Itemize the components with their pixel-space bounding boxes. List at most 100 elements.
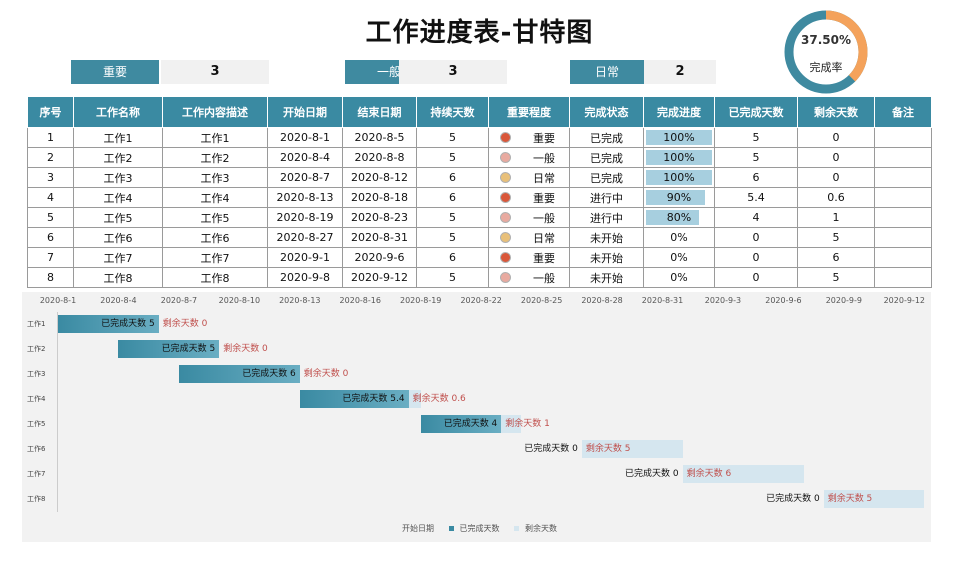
remaining-days-cell: 0 xyxy=(797,167,875,188)
x-axis-tick-label: 2020-9-12 xyxy=(883,296,925,305)
importance-cell: 重要 xyxy=(488,247,570,268)
note-cell xyxy=(874,227,932,248)
note-cell xyxy=(874,187,932,208)
start-date-cell: 2020-8-13 xyxy=(267,187,343,208)
duration-cell: 5 xyxy=(416,267,489,288)
task-name-cell: 工作7 xyxy=(73,247,163,268)
importance-cell: 重要 xyxy=(488,127,570,148)
importance-cell: 一般 xyxy=(488,267,570,288)
task-name-cell: 工作8 xyxy=(73,267,163,288)
status-cell: 未开始 xyxy=(569,227,644,248)
column-header: 工作名称 xyxy=(73,96,163,128)
duration-cell: 6 xyxy=(416,247,489,268)
importance-cell: 日常 xyxy=(488,167,570,188)
importance-label: 重要 xyxy=(533,251,555,265)
status-cell: 进行中 xyxy=(569,187,644,208)
task-name-cell: 工作3 xyxy=(73,167,163,188)
x-axis-tick-label: 2020-8-28 xyxy=(581,296,623,305)
x-axis-tick-label: 2020-8-22 xyxy=(460,296,502,305)
importance-label: 一般 xyxy=(533,151,555,165)
y-axis-category-label: 工作4 xyxy=(27,395,46,403)
task-description-cell: 工作8 xyxy=(162,267,268,288)
note-cell xyxy=(874,207,932,228)
gantt-bar-remaining: 剩余天数 0 xyxy=(300,365,349,383)
end-date-cell: 2020-8-31 xyxy=(342,227,417,248)
y-axis-category-label: 工作5 xyxy=(27,420,46,428)
remaining-days-cell: 5 xyxy=(797,267,875,288)
column-header: 重要程度 xyxy=(488,96,570,128)
gantt-bar-remaining: 剩余天数 0 xyxy=(219,340,268,358)
importance-cell: 一般 xyxy=(488,147,570,168)
column-header: 备注 xyxy=(874,96,932,128)
done-days-cell: 0 xyxy=(714,227,798,248)
y-axis-category-label: 工作8 xyxy=(27,495,46,503)
table-row: 7 工作7 工作7 2020-9-1 2020-9-6 6 重要 未开始 0% 0 6 xyxy=(27,247,932,268)
task-name-cell: 工作1 xyxy=(73,127,163,148)
importance-dot-icon xyxy=(500,272,511,283)
progress-label: 80% xyxy=(666,211,692,224)
task-name-cell: 工作4 xyxy=(73,187,163,208)
column-header: 工作内容描述 xyxy=(162,96,268,128)
task-description-cell: 工作5 xyxy=(162,207,268,228)
x-axis-tick-label: 2020-9-6 xyxy=(765,296,802,305)
y-axis-category-label: 工作3 xyxy=(27,370,46,378)
progress-cell: 90% xyxy=(643,187,715,208)
start-date-cell: 2020-8-27 xyxy=(267,227,343,248)
status-cell: 已完成 xyxy=(569,127,644,148)
x-axis-tick-label: 2020-8-13 xyxy=(279,296,321,305)
row-number-cell: 2 xyxy=(27,147,74,168)
end-date-cell: 2020-8-12 xyxy=(342,167,417,188)
status-cell: 未开始 xyxy=(569,267,644,288)
gantt-done-label: 已完成天数 0 xyxy=(524,444,578,454)
table-header-row: 序号 工作名称 工作内容描述 开始日期 结束日期 持续天数 重要程度 完成状态 完成进度 已完成天… xyxy=(27,96,932,128)
gantt-bar-done: 已完成天数 4 xyxy=(420,415,502,433)
x-axis-tick-label: 2020-9-3 xyxy=(704,296,742,305)
task-description-cell: 工作2 xyxy=(162,147,268,168)
x-axis-tick-label: 2020-8-10 xyxy=(218,296,261,305)
done-days-cell: 0 xyxy=(714,247,798,268)
importance-label: 重要 xyxy=(533,131,555,145)
note-cell xyxy=(874,267,932,288)
column-header: 序号 xyxy=(27,96,74,128)
duration-cell: 5 xyxy=(416,147,489,168)
gantt-category-axis xyxy=(57,312,58,512)
gantt-bar-done: 已完成天数 6 xyxy=(178,365,300,383)
duration-cell: 5 xyxy=(416,227,489,248)
importance-label: 一般 xyxy=(533,271,555,285)
progress-cell: 100% xyxy=(643,147,715,168)
remaining-days-cell: 0 xyxy=(797,127,875,148)
summary-count-normal: 3 xyxy=(399,60,507,84)
task-name-cell: 工作5 xyxy=(73,207,163,228)
duration-cell: 5 xyxy=(416,127,489,148)
x-axis-tick-label: 2020-8-25 xyxy=(520,296,563,305)
note-cell xyxy=(874,167,932,188)
gantt-done-label: 已完成天数 0 xyxy=(625,469,679,479)
end-date-cell: 2020-8-23 xyxy=(342,207,417,228)
row-number-cell: 5 xyxy=(27,207,74,228)
remaining-days-cell: 0 xyxy=(797,147,875,168)
start-date-cell: 2020-9-8 xyxy=(267,267,343,288)
summary-count-important: 3 xyxy=(161,60,269,84)
x-axis-tick-label: 2020-8-19 xyxy=(399,296,442,305)
row-number-cell: 4 xyxy=(27,187,74,208)
status-cell: 已完成 xyxy=(569,147,644,168)
column-header: 完成进度 xyxy=(643,96,715,128)
done-days-cell: 6 xyxy=(714,167,798,188)
start-date-cell: 2020-8-1 xyxy=(267,127,343,148)
x-axis-tick-label: 2020-8-16 xyxy=(339,296,381,305)
table-row: 1 工作1 工作1 2020-8-1 2020-8-5 5 重要 已完成 100% 5 0 xyxy=(27,127,932,148)
legend-remain: 剩余天数 xyxy=(511,524,560,533)
importance-label: 日常 xyxy=(533,171,555,185)
x-axis-tick-label: 2020-8-31 xyxy=(641,296,684,305)
start-date-cell: 2020-8-19 xyxy=(267,207,343,228)
table-row: 3 工作3 工作3 2020-8-7 2020-8-12 6 日常 已完成 100% 6 0 xyxy=(27,167,932,188)
importance-dot-icon xyxy=(500,172,511,183)
importance-dot-icon xyxy=(500,252,511,263)
status-cell: 进行中 xyxy=(569,207,644,228)
completion-donut xyxy=(784,10,868,94)
gantt-bar-remaining: 剩余天数 5 xyxy=(581,440,683,458)
remaining-days-cell: 6 xyxy=(797,247,875,268)
importance-label: 一般 xyxy=(533,211,555,225)
importance-dot-icon xyxy=(500,212,511,223)
progress-label: 0% xyxy=(670,251,688,264)
